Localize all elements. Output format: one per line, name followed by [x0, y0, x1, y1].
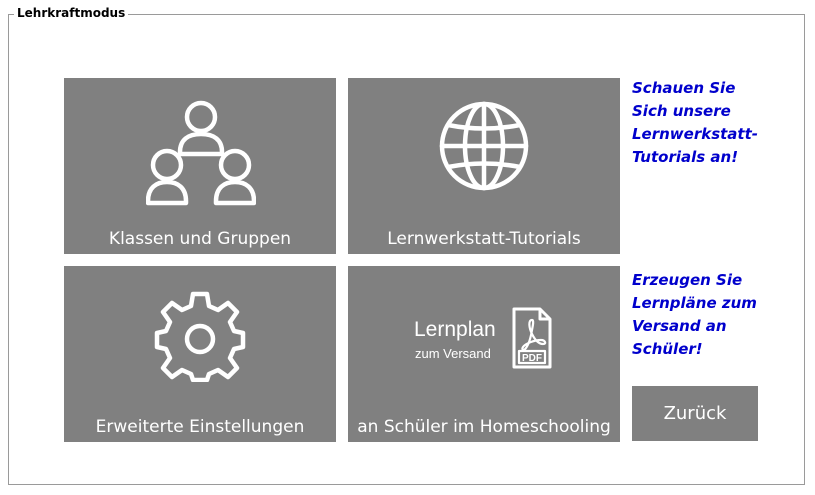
hint-line: Lernpläne zum [632, 294, 757, 312]
learning-plan-tile[interactable]: Lernplan zum Versand PDF an Schüler im H… [348, 266, 620, 442]
users-group-icon [146, 100, 256, 206]
groupbox-title: Lehrkraftmodus [14, 6, 129, 20]
gear-icon [154, 291, 246, 382]
pdf-text: PDF [522, 353, 542, 364]
advanced-settings-tile[interactable]: Erweiterte Einstellungen [64, 266, 336, 442]
hint-line: Schauen Sie [632, 79, 736, 97]
learning-plan-hint: Erzeugen Sie Lernpläne zum Versand an Sc… [632, 269, 757, 361]
hint-line: Schüler! [632, 340, 703, 358]
tile-label: an Schüler im Homeschooling [357, 417, 611, 437]
tutorials-tile[interactable]: Lernwerkstatt-Tutorials [348, 78, 620, 254]
lernplan-subtitle: zum Versand [415, 346, 491, 361]
pdf-file-icon: PDF [512, 307, 552, 369]
tutorials-hint: Schauen Sie Sich unsere Lernwerkstatt- T… [632, 77, 758, 169]
hint-line: Tutorials an! [632, 148, 739, 166]
hint-line: Versand an [632, 317, 727, 335]
classes-groups-tile[interactable]: Klassen und Gruppen [64, 78, 336, 254]
tile-label: Lernwerkstatt-Tutorials [387, 229, 581, 249]
hint-line: Erzeugen Sie [632, 271, 743, 289]
back-button[interactable]: Zurück [632, 386, 758, 441]
tile-label: Klassen und Gruppen [108, 229, 292, 249]
hint-line: Sich unsere [632, 102, 731, 120]
lernplan-title: Lernplan [414, 318, 496, 341]
globe-icon [439, 101, 529, 191]
tile-label: Erweiterte Einstellungen [95, 417, 305, 437]
hint-line: Lernwerkstatt- [632, 125, 758, 143]
